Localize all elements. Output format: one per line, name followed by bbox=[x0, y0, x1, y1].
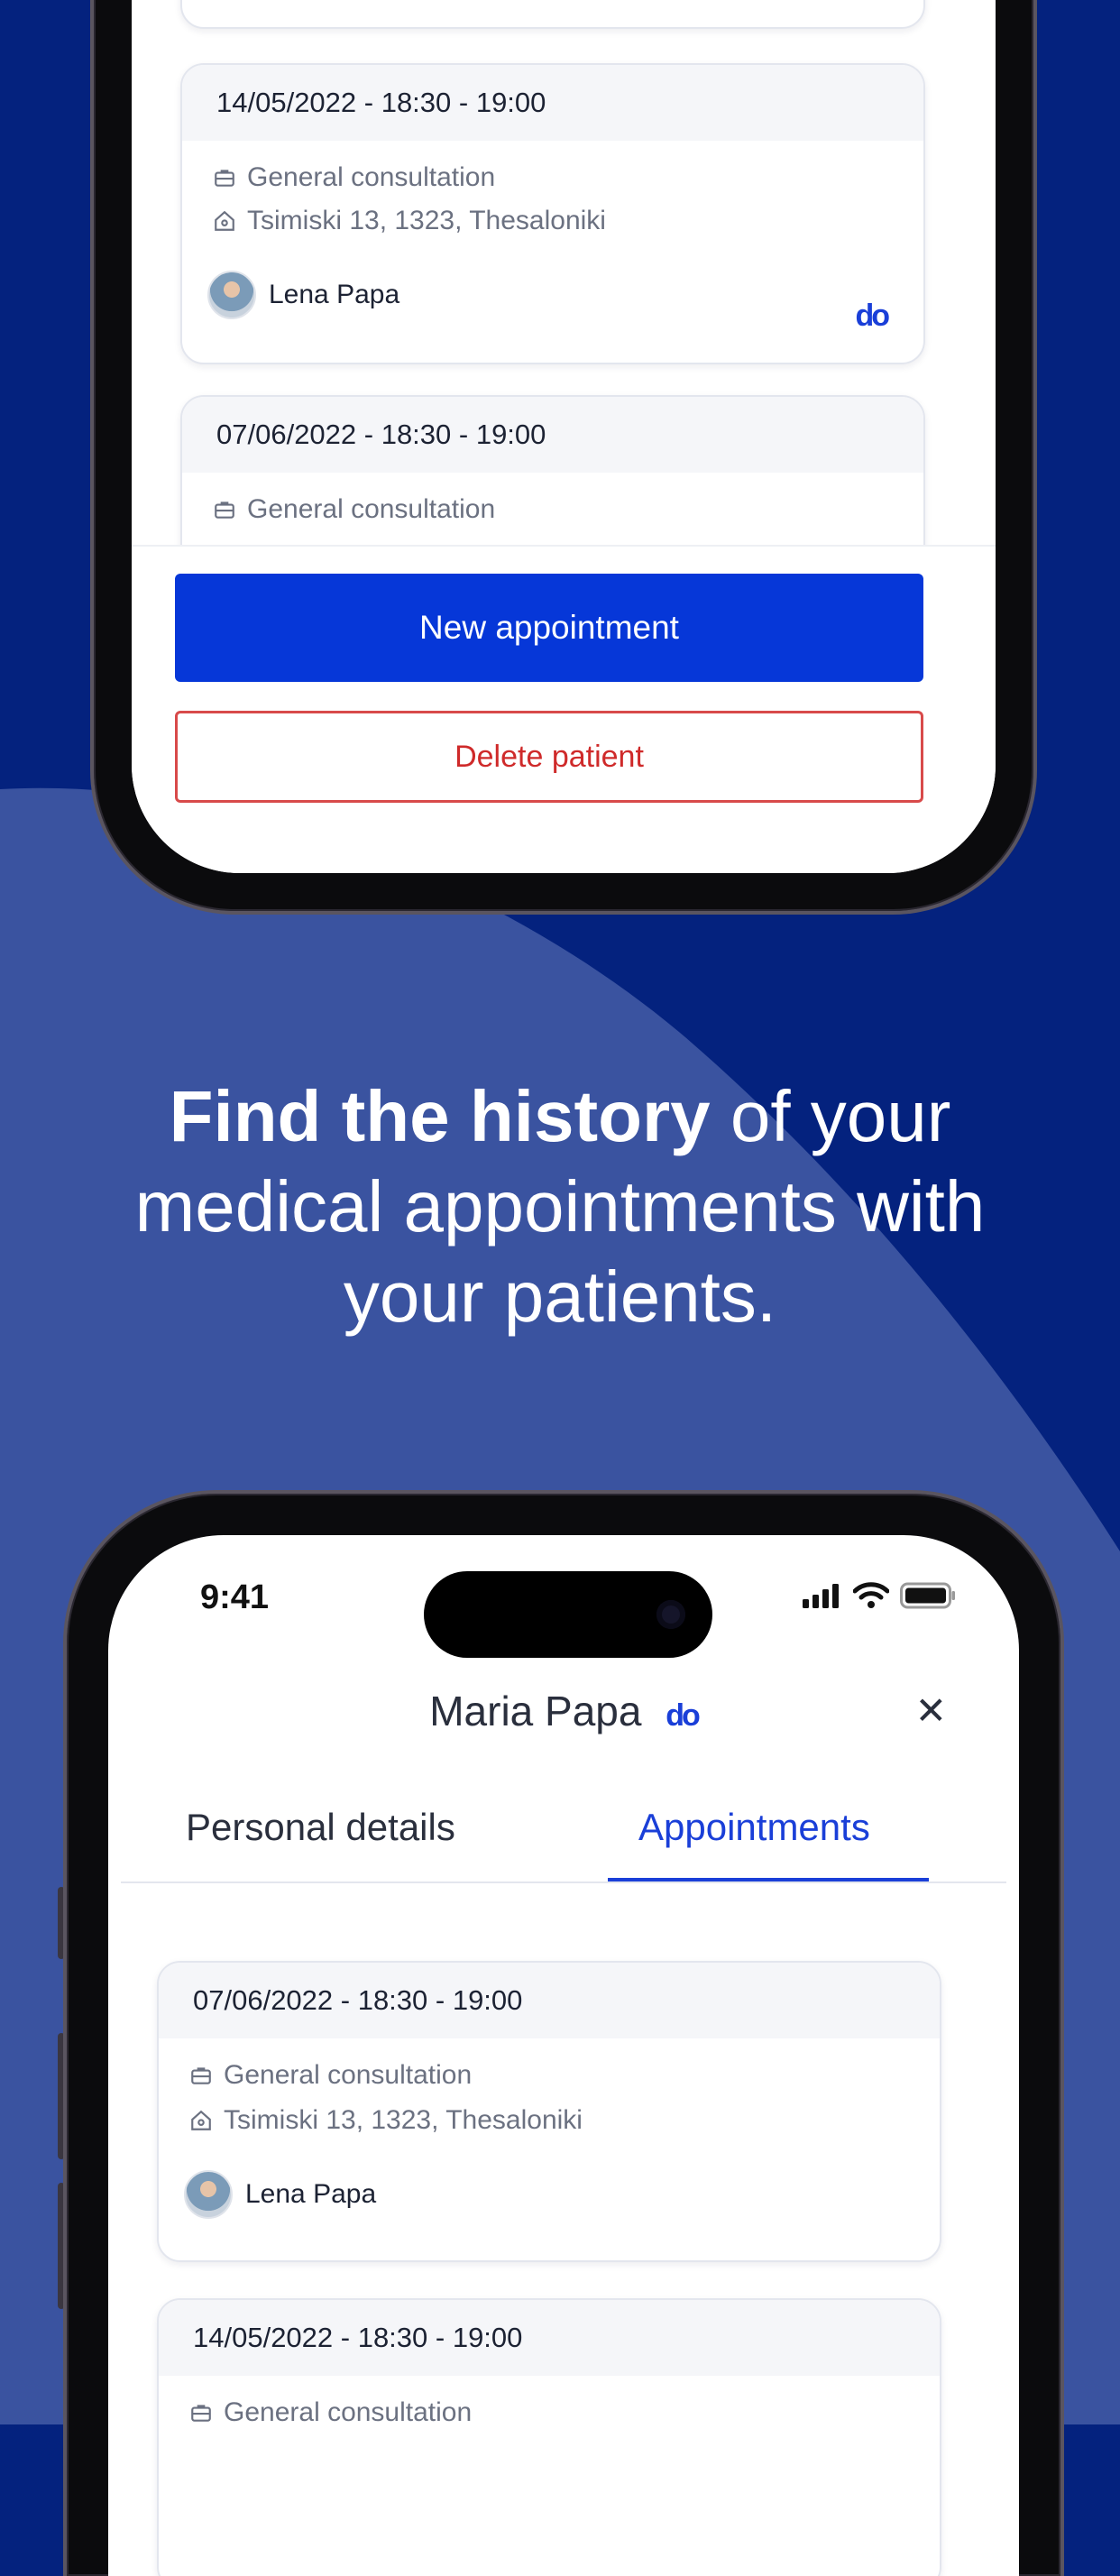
headline: Find the history of your medical appoint… bbox=[0, 1072, 1120, 1342]
appointment-card-partial[interactable] bbox=[180, 0, 925, 29]
patient-header: Maria Papa do bbox=[108, 1687, 1019, 1735]
appointment-datetime: 14/05/2022 - 18:30 - 19:00 bbox=[159, 2300, 940, 2376]
appointment-datetime: 07/06/2022 - 18:30 - 19:00 bbox=[182, 397, 923, 473]
appointment-address-row: Tsimiski 13, 1323, Thesaloniki bbox=[182, 206, 923, 236]
status-icons bbox=[803, 1582, 956, 1609]
headline-line3: your patients. bbox=[343, 1256, 777, 1337]
briefcase-icon bbox=[215, 501, 234, 519]
appointment-service-row: General consultation bbox=[182, 494, 923, 525]
appointment-datetime: 14/05/2022 - 18:30 - 19:00 bbox=[182, 65, 923, 141]
appointment-service-row: General consultation bbox=[159, 2397, 940, 2428]
tab-appointments[interactable]: Appointments bbox=[638, 1806, 870, 1849]
brand-logo: do bbox=[855, 299, 890, 333]
status-time: 9:41 bbox=[200, 1578, 270, 1616]
brand-logo: do bbox=[666, 1698, 701, 1733]
appointment-address: Tsimiski 13, 1323, Thesaloniki bbox=[247, 206, 606, 235]
headline-rest: of your bbox=[710, 1076, 951, 1156]
camera-icon bbox=[656, 1600, 685, 1629]
tab-active-indicator bbox=[608, 1878, 929, 1881]
patient-name: Maria Papa bbox=[429, 1688, 642, 1734]
tab-personal-details[interactable]: Personal details bbox=[186, 1806, 455, 1849]
doctor-name: Lena Papa bbox=[245, 2179, 377, 2209]
headline-line2: medical appointments with bbox=[134, 1166, 986, 1247]
phone-frame-bottom: 9:41 Maria Papa do ✕ Personal details Ap… bbox=[63, 1490, 1064, 2576]
appointment-card[interactable]: 07/06/2022 - 18:30 - 19:00 General consu… bbox=[157, 1961, 941, 2262]
avatar bbox=[207, 271, 256, 319]
briefcase-icon bbox=[191, 2067, 211, 2084]
appointment-service: General consultation bbox=[247, 162, 496, 192]
briefcase-icon bbox=[191, 2405, 211, 2422]
doctor-row: Lena Papa bbox=[182, 271, 923, 319]
doctor-name: Lena Papa bbox=[269, 280, 400, 309]
phone-screen-bottom: 9:41 Maria Papa do ✕ Personal details Ap… bbox=[108, 1535, 1019, 2576]
appointment-service: General consultation bbox=[224, 2060, 473, 2090]
home-icon bbox=[191, 2110, 211, 2130]
wifi-icon bbox=[853, 1582, 889, 1608]
home-icon bbox=[215, 210, 234, 231]
delete-patient-button[interactable]: Delete patient bbox=[175, 711, 923, 803]
headline-bold: Find the history bbox=[169, 1076, 711, 1156]
phone-screen-top: 14/05/2022 - 18:30 - 19:00 General consu… bbox=[132, 0, 996, 873]
appointment-service-row: General consultation bbox=[182, 162, 923, 193]
phone-frame-top: 14/05/2022 - 18:30 - 19:00 General consu… bbox=[90, 0, 1037, 915]
appointment-service: General consultation bbox=[224, 2397, 473, 2427]
briefcase-icon bbox=[215, 170, 234, 187]
appointment-service: General consultation bbox=[247, 494, 496, 524]
appointment-service-row: General consultation bbox=[159, 2060, 940, 2091]
battery-icon bbox=[900, 1582, 955, 1609]
tab-divider bbox=[121, 1881, 1006, 1883]
doctor-row: Lena Papa bbox=[159, 2170, 940, 2219]
signal-icon bbox=[803, 1584, 839, 1608]
appointment-datetime: 07/06/2022 - 18:30 - 19:00 bbox=[159, 1963, 940, 2038]
appointment-card[interactable]: 14/05/2022 - 18:30 - 19:00 General consu… bbox=[180, 63, 925, 364]
appointment-card[interactable]: 14/05/2022 - 18:30 - 19:00 General consu… bbox=[157, 2298, 941, 2576]
close-icon[interactable]: ✕ bbox=[915, 1688, 947, 1733]
dynamic-island bbox=[424, 1571, 712, 1658]
avatar bbox=[184, 2170, 233, 2219]
appointment-address: Tsimiski 13, 1323, Thesaloniki bbox=[224, 2105, 583, 2135]
new-appointment-button[interactable]: New appointment bbox=[175, 574, 923, 682]
appointment-address-row: Tsimiski 13, 1323, Thesaloniki bbox=[159, 2105, 940, 2136]
